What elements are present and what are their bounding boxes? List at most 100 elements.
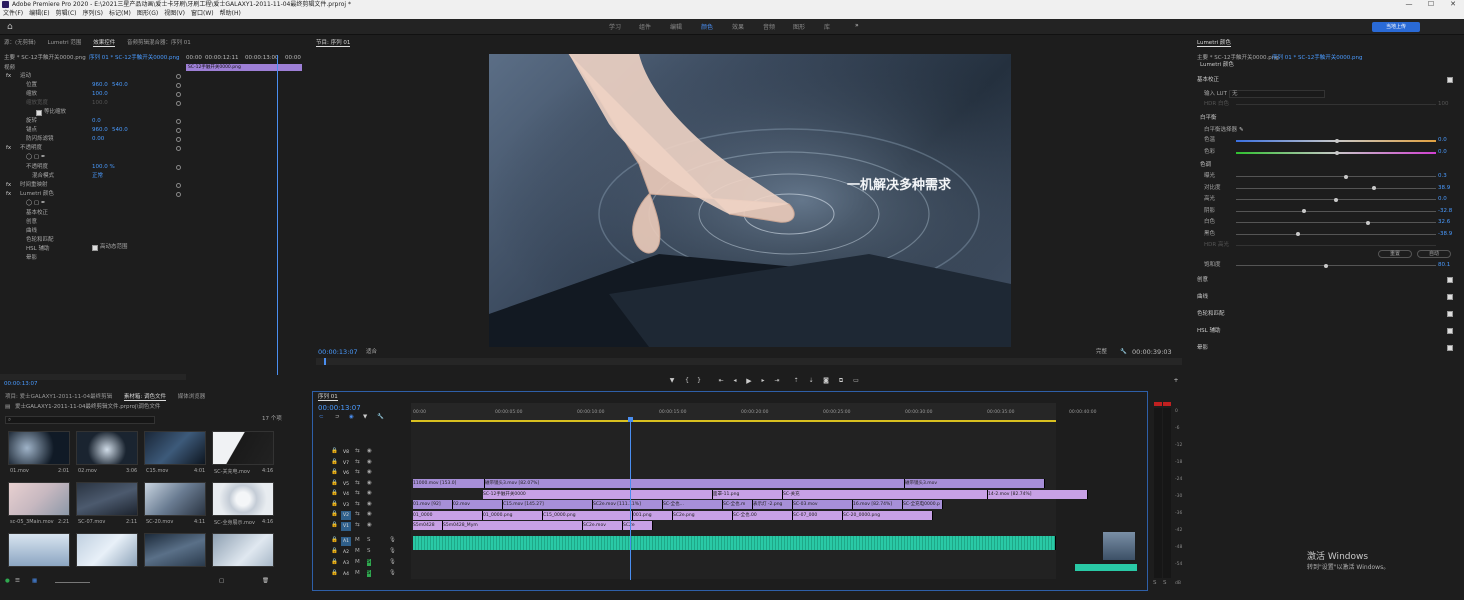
camera-icon[interactable]: ◙ <box>822 377 830 385</box>
color-wheels-checkbox[interactable] <box>1447 311 1453 317</box>
mask-shape-tools-icon[interactable]: ◯ ▢ ✒ <box>26 154 45 161</box>
sync-lock-icon[interactable]: ⇆ <box>355 480 360 487</box>
fx-badge-icon[interactable]: fx <box>6 182 11 189</box>
trash-icon[interactable]: 🗑 <box>262 578 269 585</box>
fx-badge-icon[interactable]: fx <box>6 73 11 80</box>
track-label[interactable]: A2 <box>341 548 351 557</box>
bin-item-thumbnail[interactable] <box>8 533 70 567</box>
solo-button[interactable]: S <box>367 570 371 577</box>
fx-badge-icon[interactable]: fx <box>6 191 11 198</box>
tone-slider-knob[interactable] <box>1296 232 1300 236</box>
effect-property-value[interactable]: 0.00 <box>92 136 104 143</box>
timeline-clip[interactable]: 面罩-11.png <box>713 489 783 499</box>
quality-dropdown[interactable]: 完整 <box>1096 349 1107 356</box>
tone-slider[interactable] <box>1236 209 1436 213</box>
temperature-value[interactable]: 0.0 <box>1438 137 1447 144</box>
tone-slider[interactable] <box>1236 232 1436 236</box>
timeline-clip[interactable]: SC-03.mov <box>793 500 853 509</box>
bin-item-thumbnail[interactable] <box>144 533 206 567</box>
bin-item-thumbnail[interactable] <box>8 431 70 465</box>
effect-property-value[interactable]: 正常 <box>92 173 103 180</box>
timeline-clip[interactable]: 02.mov <box>453 500 503 509</box>
mute-button[interactable]: M <box>355 559 360 566</box>
solo-button[interactable]: S <box>367 537 371 544</box>
reset-parameter-icon[interactable] <box>176 92 181 97</box>
compare-view-button[interactable]: ⧉ <box>837 377 845 385</box>
effect-property-value[interactable]: 100.0 <box>92 91 108 98</box>
tone-slider-knob[interactable] <box>1334 197 1338 202</box>
microphone-icon[interactable]: 🎙 <box>389 537 396 544</box>
reset-parameter-icon[interactable] <box>176 137 181 142</box>
reset-parameter-icon[interactable] <box>176 74 181 79</box>
effect-property-value-y[interactable]: 540.0 <box>112 82 128 89</box>
tint-slider[interactable] <box>1236 150 1436 155</box>
bin-item-thumbnail[interactable] <box>212 482 274 516</box>
effect-property-value[interactable]: 100.0 <box>92 100 108 107</box>
menu-help[interactable]: 帮助(H) <box>220 9 241 19</box>
menu-sequence[interactable]: 序列(S) <box>83 9 104 19</box>
bin-item-thumbnail[interactable] <box>144 482 206 516</box>
meter-solo-right[interactable]: S <box>1163 580 1167 587</box>
timeline-clip[interactable]: C15.mov [145.27] <box>503 500 593 509</box>
eye-icon[interactable]: ◉ <box>367 469 372 476</box>
basic-correction-checkbox[interactable] <box>1447 77 1453 83</box>
track-label[interactable]: V4 <box>341 490 351 499</box>
bin-item-thumbnail[interactable] <box>212 533 274 567</box>
menu-file[interactable]: 文件(F) <box>3 9 23 19</box>
tone-slider-value[interactable]: -32.8 <box>1438 208 1452 215</box>
timeline-clip[interactable]: 表示灯 -2.png <box>753 500 793 509</box>
track-lock-icon[interactable]: 🔒 <box>331 548 338 555</box>
timeline-sequence-tab[interactable]: 序列 01 <box>318 394 338 401</box>
program-monitor-title[interactable]: 节目: 序列 01 <box>316 40 351 47</box>
track-label[interactable]: V7 <box>341 459 351 468</box>
minimize-button[interactable]: — <box>1398 0 1420 9</box>
reset-parameter-icon[interactable] <box>176 119 181 124</box>
effect-property-value[interactable]: 100.0 % <box>92 164 115 171</box>
eye-icon[interactable]: ◉ <box>367 448 372 455</box>
bin-item-thumbnail[interactable] <box>8 482 70 516</box>
timeline-clip[interactable]: SC-07_000 <box>793 510 843 520</box>
sync-lock-icon[interactable]: ⇆ <box>355 459 360 466</box>
mute-button[interactable]: M <box>355 537 360 544</box>
lumetri-sequence-clip[interactable]: 序列 01 * SC-12手触开关0000.png <box>1272 55 1363 62</box>
home-icon[interactable]: ⌂ <box>7 22 17 32</box>
effect-property-value[interactable]: 0.0 <box>92 118 101 125</box>
track-lock-icon[interactable]: 🔒 <box>331 480 338 487</box>
eye-icon[interactable]: ◉ <box>367 459 372 466</box>
extract-button[interactable]: ⇣ <box>807 377 815 385</box>
hsl-secondary-checkbox[interactable] <box>1447 328 1453 334</box>
timeline-clip[interactable]: SC-全也... <box>663 500 723 509</box>
eye-icon[interactable]: ◉ <box>367 480 372 487</box>
reset-button[interactable]: 重置 <box>1378 250 1412 258</box>
lumetri-panel-title[interactable]: Lumetri 颜色 <box>1197 40 1231 47</box>
track-label[interactable]: V5 <box>341 480 351 489</box>
go-to-in-button[interactable]: ⇤ <box>717 377 725 385</box>
tab-source[interactable]: 源：(无剪辑) <box>4 40 36 46</box>
timeline-clip[interactable]: 01_0000.png <box>483 510 543 520</box>
solo-button[interactable]: S <box>367 559 371 566</box>
mask-shape-tools-icon[interactable]: ◯ ▢ ✒ <box>26 200 45 207</box>
mark-out-button[interactable]: } <box>695 377 703 385</box>
new-bin-icon[interactable]: ▢ <box>219 578 224 585</box>
tint-knob[interactable] <box>1335 150 1339 155</box>
reset-parameter-icon[interactable] <box>176 146 181 151</box>
reset-parameter-icon[interactable] <box>176 128 181 133</box>
effect-controls-timecode[interactable]: 00:00:13:07 <box>4 381 38 388</box>
audio-clip-tail[interactable] <box>1075 564 1137 571</box>
track-label[interactable]: V8 <box>341 448 351 457</box>
white-balance-header[interactable]: 白平衡 <box>1200 115 1217 122</box>
timeline-clip[interactable]: SC2e.mov <box>583 521 623 530</box>
mute-button[interactable]: M <box>355 570 360 577</box>
timeline-clip[interactable]: S5m0428 <box>413 521 443 530</box>
menu-markers[interactable]: 标记(M) <box>109 9 131 19</box>
menu-graphics[interactable]: 图形(G) <box>137 9 158 19</box>
track-label[interactable]: V1 <box>341 521 351 531</box>
lumetri-master-clip[interactable]: 主要 * SC-12手触开关0000.png <box>1197 55 1279 62</box>
bin-item-thumbnail[interactable] <box>76 533 138 567</box>
add-button[interactable]: + <box>1172 377 1180 385</box>
high-dynamic-range-checkbox[interactable] <box>92 245 98 251</box>
tone-slider-value[interactable]: 0.3 <box>1438 173 1447 180</box>
timeline-clip[interactable]: SC-全也.m <box>723 500 753 509</box>
timeline-clip[interactable]: SC-20_0000.png <box>843 510 933 520</box>
mark-in-button[interactable]: { <box>683 377 691 385</box>
